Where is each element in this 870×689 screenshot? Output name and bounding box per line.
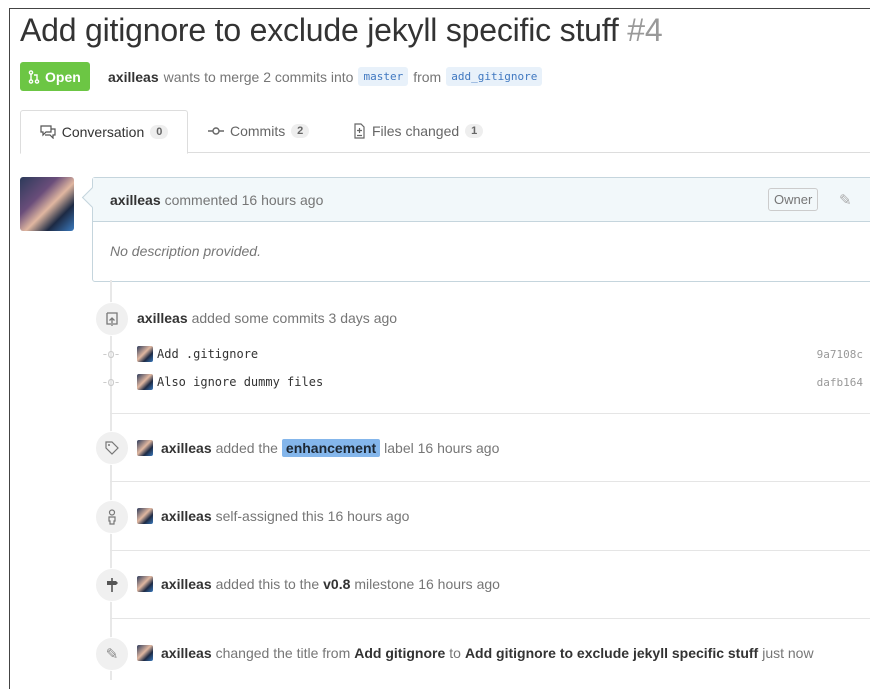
pr-meta: axilleas wants to merge 2 commits into m… [108, 67, 543, 86]
event-text: added this to the [215, 576, 320, 592]
event-author[interactable]: axilleas [161, 440, 212, 456]
avatar[interactable] [137, 440, 153, 456]
tab-label: Commits [230, 123, 286, 139]
repo-push-icon [95, 302, 129, 336]
tab-counter: 1 [465, 124, 484, 138]
event-author[interactable]: axilleas [161, 645, 212, 661]
tab-counter: 0 [150, 125, 169, 139]
event-text: changed the title from [215, 645, 351, 661]
edit-pencil-icon[interactable]: ✎ [839, 191, 852, 209]
pull-request-icon [28, 69, 40, 84]
comment-icon [40, 125, 56, 139]
milestone-event: axilleas added this to the v0.8 mileston… [137, 576, 500, 592]
tab-counter: 2 [291, 124, 310, 138]
new-title: Add gitignore to exclude jekyll specific… [464, 645, 759, 661]
event-text: label 16 hours ago [384, 440, 500, 456]
commit-icon [208, 127, 224, 135]
commits-added-event: axilleas added some commits 3 days ago [137, 310, 397, 326]
timeline-separator [110, 481, 870, 482]
tab-commits[interactable]: Commits 2 [208, 110, 310, 152]
milestone-icon [95, 568, 129, 602]
assign-event: axilleas self-assigned this 16 hours ago [137, 508, 409, 524]
pr-title: Add gitignore to exclude jekyll specific… [20, 12, 663, 49]
commit-message[interactable]: Also ignore dummy files [157, 375, 323, 389]
comment-author[interactable]: axilleas [110, 192, 161, 208]
comment-body: No description provided. [110, 243, 261, 259]
person-icon [95, 500, 129, 534]
commit-row: -o- Also ignore dummy files [100, 374, 323, 390]
old-title: Add gitignore [354, 645, 446, 661]
head-branch[interactable]: add_gitignore [446, 67, 543, 86]
tab-label: Files changed [372, 123, 460, 139]
commit-dot-icon: -o- [102, 375, 120, 389]
commit-dot-icon: -o- [102, 347, 120, 361]
event-text: self-assigned this 16 hours ago [215, 508, 410, 524]
base-branch[interactable]: master [358, 67, 409, 86]
pr-state-badge: Open [20, 62, 90, 91]
owner-badge: Owner [768, 188, 819, 211]
tab-files-changed[interactable]: Files changed 1 [352, 110, 484, 152]
avatar[interactable] [137, 576, 153, 592]
merge-text: wants to merge 2 commits into [163, 68, 354, 85]
tab-conversation[interactable]: Conversation 0 [20, 110, 188, 154]
from-text: from [413, 68, 442, 85]
tab-label: Conversation [61, 124, 145, 140]
milestone-link[interactable]: v0.8 [323, 576, 350, 592]
rename-event: axilleas changed the title from Add giti… [137, 645, 814, 661]
event-text: added the [215, 440, 278, 456]
timeline-rail [110, 280, 112, 680]
pr-state-label: Open [45, 68, 81, 85]
pr-number: #4 [627, 12, 663, 48]
pencil-icon: ✎ [95, 637, 129, 671]
pr-title-text: Add gitignore to exclude jekyll specific… [20, 12, 619, 48]
event-author[interactable]: axilleas [161, 576, 212, 592]
tag-icon [95, 431, 129, 465]
label-event: axilleas added the enhancement label 16 … [137, 439, 499, 457]
timeline-separator [110, 618, 870, 619]
file-diff-icon [354, 123, 365, 139]
timeline-separator [110, 550, 870, 551]
avatar[interactable] [137, 374, 153, 390]
event-text: just now [762, 645, 814, 661]
avatar[interactable] [137, 645, 153, 661]
commit-row: -o- Add .gitignore [100, 346, 258, 362]
event-author[interactable]: axilleas [137, 310, 188, 326]
label-enhancement[interactable]: enhancement [281, 439, 381, 457]
comment-header: axilleas commented 16 hours ago Owner ✎ [93, 178, 870, 222]
event-text: added some commits 3 days ago [191, 310, 398, 326]
avatar[interactable] [137, 346, 153, 362]
event-text: milestone 16 hours ago [354, 576, 500, 592]
event-text: to [449, 645, 461, 661]
pr-author[interactable]: axilleas [108, 69, 159, 85]
commit-sha[interactable]: 9a7108c [817, 348, 863, 361]
timeline-separator [110, 413, 870, 414]
commit-message[interactable]: Add .gitignore [157, 347, 258, 361]
comment-time[interactable]: commented 16 hours ago [165, 192, 324, 208]
avatar[interactable] [137, 508, 153, 524]
event-author[interactable]: axilleas [161, 508, 212, 524]
commit-sha[interactable]: dafb164 [817, 376, 863, 389]
avatar[interactable] [20, 177, 74, 231]
comment-box: axilleas commented 16 hours ago Owner ✎ … [92, 177, 870, 282]
